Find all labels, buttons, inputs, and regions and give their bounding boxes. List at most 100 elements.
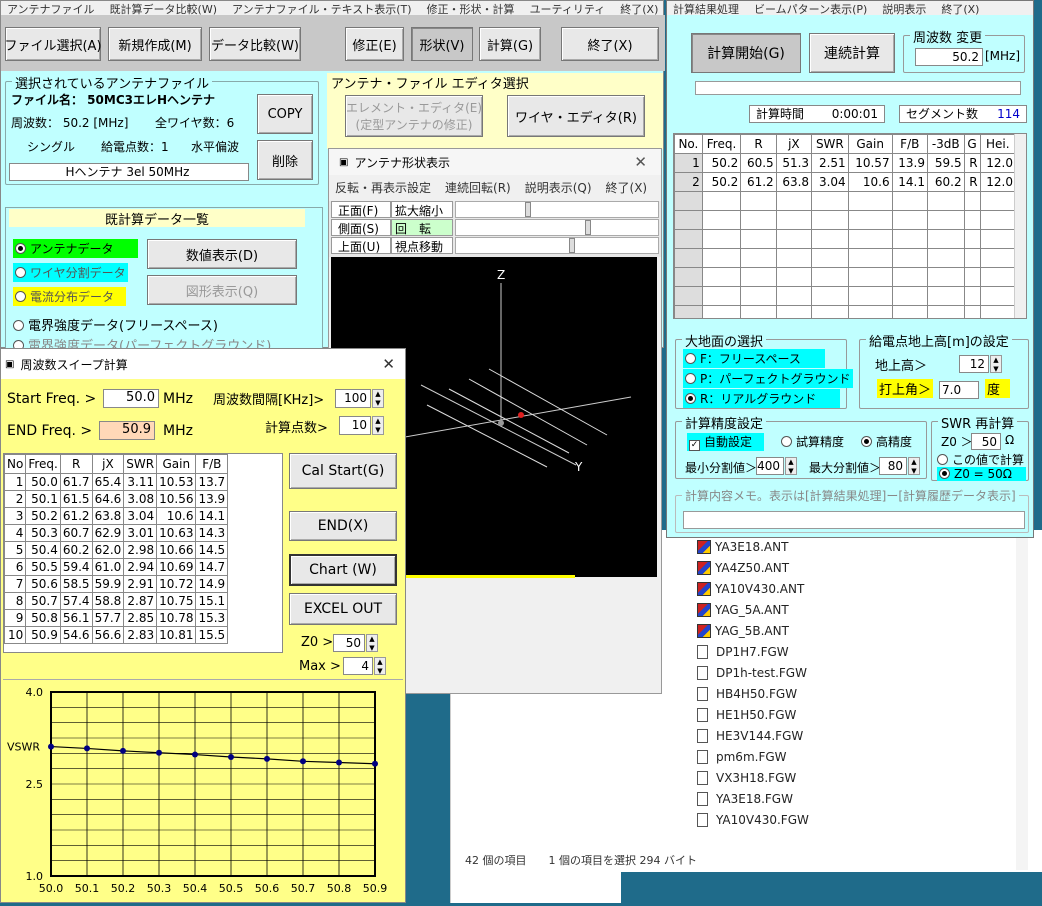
end-freq-input[interactable]: 50.9 — [99, 421, 155, 440]
high-precision[interactable]: 高精度 — [861, 433, 912, 450]
z0-input[interactable]: 50 — [971, 433, 1001, 450]
close-icon[interactable]: ✕ — [634, 153, 647, 171]
sweep-table-wrap[interactable]: No Freq. RjX SWR Gain F/B 1 50.0 61.7 65.4 3.11 10.… — [3, 453, 283, 653]
file-item[interactable]: YA3E18.ANT — [697, 536, 788, 557]
result-scrollbar[interactable] — [1014, 134, 1026, 318]
file-item[interactable]: VX3H18.FGW — [697, 767, 796, 788]
calc-menu-item[interactable]: 計算結果処理 — [673, 3, 739, 15]
file-item[interactable]: HB4H50.FGW — [697, 683, 797, 704]
delete-button[interactable]: 削除 — [257, 140, 313, 180]
shape-view-button[interactable]: 側面(S) — [331, 219, 391, 236]
element-editor-button[interactable]: エレメント・エディタ(E) (定型アンテナの修正) — [345, 95, 483, 137]
wire-editor-button[interactable]: ワイヤ・エディタ(R) — [507, 95, 645, 137]
table-row[interactable]: 7 50.6 58.5 59.9 2.91 10.72 14.9 — [4, 575, 229, 593]
explorer-scroll-track[interactable] — [1016, 530, 1028, 870]
shape-menu-item[interactable]: 連続回転(R) — [445, 181, 511, 195]
result-table-wrap[interactable]: No. Freq. RjX SWR Gain F/B -3dB G Hei. 1 50.2 60.5 5… — [673, 133, 1027, 319]
height-spinner[interactable]: ▲ ▼ — [990, 355, 1002, 373]
main-menu-item[interactable]: アンテナファイル — [7, 3, 95, 15]
copy-button[interactable]: COPY — [257, 94, 313, 134]
table-row[interactable] — [674, 191, 1017, 211]
calc-start-button[interactable]: 計算開始(G) — [691, 33, 801, 73]
table-row[interactable]: 1 50.2 60.5 51.3 2.51 10.57 13.9 59.5 R 12.0 — [674, 153, 1017, 173]
calc-menu-item[interactable]: 説明表示 — [882, 3, 926, 15]
graph-display-button[interactable]: 図形表示(Q) — [147, 275, 297, 305]
slider-thumb[interactable] — [569, 238, 575, 253]
table-row[interactable]: 6 50.5 59.4 61.0 2.94 10.69 14.7 — [4, 558, 229, 576]
file-item[interactable]: DP1h-test.FGW — [697, 662, 807, 683]
calc-menu-item[interactable]: 終了(X) — [941, 3, 979, 15]
file-select-button[interactable]: ファイル選択(A) — [4, 27, 102, 61]
table-row[interactable]: 10 50.9 54.6 56.6 2.83 10.81 15.5 — [4, 626, 229, 644]
computed-item-field-free[interactable]: 電界強度データ(フリースペース) — [13, 315, 218, 334]
auto-setting[interactable]: ✓ 自動設定 — [687, 433, 765, 451]
new-create-button[interactable]: 新規作成(M) — [108, 27, 202, 61]
table-row[interactable]: 3 50.2 61.2 63.8 3.04 10.6 14.1 — [4, 507, 229, 525]
points-input[interactable]: 10 — [339, 416, 371, 435]
main-menu-item[interactable]: ユーティリティ — [530, 3, 606, 15]
computed-item-wire[interactable]: ワイヤ分割データ — [13, 263, 128, 282]
interval-spinner[interactable]: ▲ ▼ — [372, 389, 384, 408]
shape-view-button[interactable]: 上面(U) — [331, 237, 391, 254]
end-button[interactable]: END(X) — [289, 511, 397, 541]
max-div-input[interactable]: 80 — [879, 457, 907, 475]
main-menu-item[interactable]: 修正・形状・計算 — [427, 3, 515, 15]
sweep-z0-input[interactable]: 50 — [333, 634, 365, 652]
close-icon[interactable]: ✕ — [382, 355, 395, 373]
main-menu-item[interactable]: アンテナファイル・テキスト表示(T) — [232, 3, 412, 15]
table-row[interactable]: 5 50.4 60.2 62.0 2.98 10.66 14.5 — [4, 541, 229, 559]
table-row[interactable]: 9 50.8 56.1 57.7 2.85 10.78 15.3 — [4, 609, 229, 627]
min-div-input[interactable]: 400 — [756, 457, 784, 475]
table-row[interactable] — [674, 267, 1017, 287]
max-div-spinner[interactable]: ▲ ▼ — [908, 457, 920, 475]
file-item[interactable]: DP1H7.FGW — [697, 641, 789, 662]
table-row[interactable] — [674, 229, 1017, 249]
file-item[interactable]: YAG_5B.ANT — [697, 620, 789, 641]
cal-start-button[interactable]: Cal Start(G) — [289, 453, 397, 489]
sweep-z0-spinner[interactable]: ▲ ▼ — [366, 634, 378, 652]
file-item[interactable]: HE1H50.FGW — [697, 704, 796, 725]
table-row[interactable] — [674, 286, 1017, 306]
exit-button[interactable]: 終了(X) — [561, 27, 659, 61]
file-item[interactable]: pm6m.FGW — [697, 746, 787, 767]
file-item[interactable]: YA10V430.FGW — [697, 809, 809, 830]
file-item[interactable]: YA4Z50.ANT — [697, 557, 789, 578]
table-row[interactable]: 4 50.3 60.7 62.9 3.01 10.63 14.3 — [4, 524, 229, 542]
points-spinner[interactable]: ▲ ▼ — [372, 416, 384, 435]
max-input[interactable]: 4 — [343, 657, 373, 675]
max-spinner[interactable]: ▲ ▼ — [374, 657, 386, 675]
numeric-display-button[interactable]: 数値表示(D) — [147, 239, 297, 269]
shape-menu-item[interactable]: 終了(X) — [606, 181, 648, 195]
shape-op-label[interactable]: 拡大縮小 — [391, 201, 453, 218]
shape-menu-item[interactable]: 反転・再表示設定 — [335, 181, 431, 195]
calc-menu-item[interactable]: ビームパターン表示(P) — [754, 3, 867, 15]
ground-opt-real[interactable]: R：リアルグラウンド — [683, 389, 841, 408]
data-compare-button[interactable]: データ比較(W) — [209, 27, 301, 61]
calc-button[interactable]: 計算(G) — [479, 27, 541, 61]
slider-thumb[interactable] — [525, 202, 531, 217]
table-row[interactable]: 1 50.0 61.7 65.4 3.11 10.53 13.7 — [4, 473, 229, 491]
ground-opt-perfect[interactable]: P：パーフェクトグラウンド — [683, 369, 853, 388]
main-menu-item[interactable]: 既計算データ比較(W) — [110, 3, 217, 15]
continuous-calc-button[interactable]: 連続計算 — [809, 33, 895, 73]
start-freq-input[interactable]: 50.0 — [103, 389, 159, 408]
shape-slider[interactable] — [455, 201, 659, 218]
min-div-spinner[interactable]: ▲ ▼ — [785, 457, 797, 475]
table-row[interactable] — [674, 305, 1017, 318]
table-row[interactable]: 2 50.1 61.5 64.6 3.08 10.56 13.9 — [4, 490, 229, 508]
computed-item-antenna[interactable]: アンテナデータ — [13, 239, 138, 258]
shape-op-label[interactable]: 回 転 — [391, 219, 453, 236]
table-row[interactable]: 2 50.2 61.2 63.8 3.04 10.6 14.1 60.2 R 12.0 — [674, 172, 1017, 192]
this-value-calc[interactable]: この値で計算 — [937, 451, 1024, 468]
ground-opt-free[interactable]: F：フリースペース — [683, 349, 825, 368]
trial-precision[interactable]: 試算精度 — [781, 433, 844, 450]
shape-slider[interactable] — [455, 219, 659, 236]
excel-out-button[interactable]: EXCEL OUT — [289, 593, 397, 625]
interval-input[interactable]: 100 — [335, 389, 371, 408]
shape-button[interactable]: 形状(V) — [411, 27, 473, 61]
elev-input[interactable]: 7.0 — [939, 381, 979, 399]
freq-input[interactable]: 50.2 — [915, 48, 983, 66]
file-item[interactable]: YA3E18.FGW — [697, 788, 793, 809]
modify-button[interactable]: 修正(E) — [345, 27, 404, 61]
file-item[interactable]: HE3V144.FGW — [697, 725, 803, 746]
